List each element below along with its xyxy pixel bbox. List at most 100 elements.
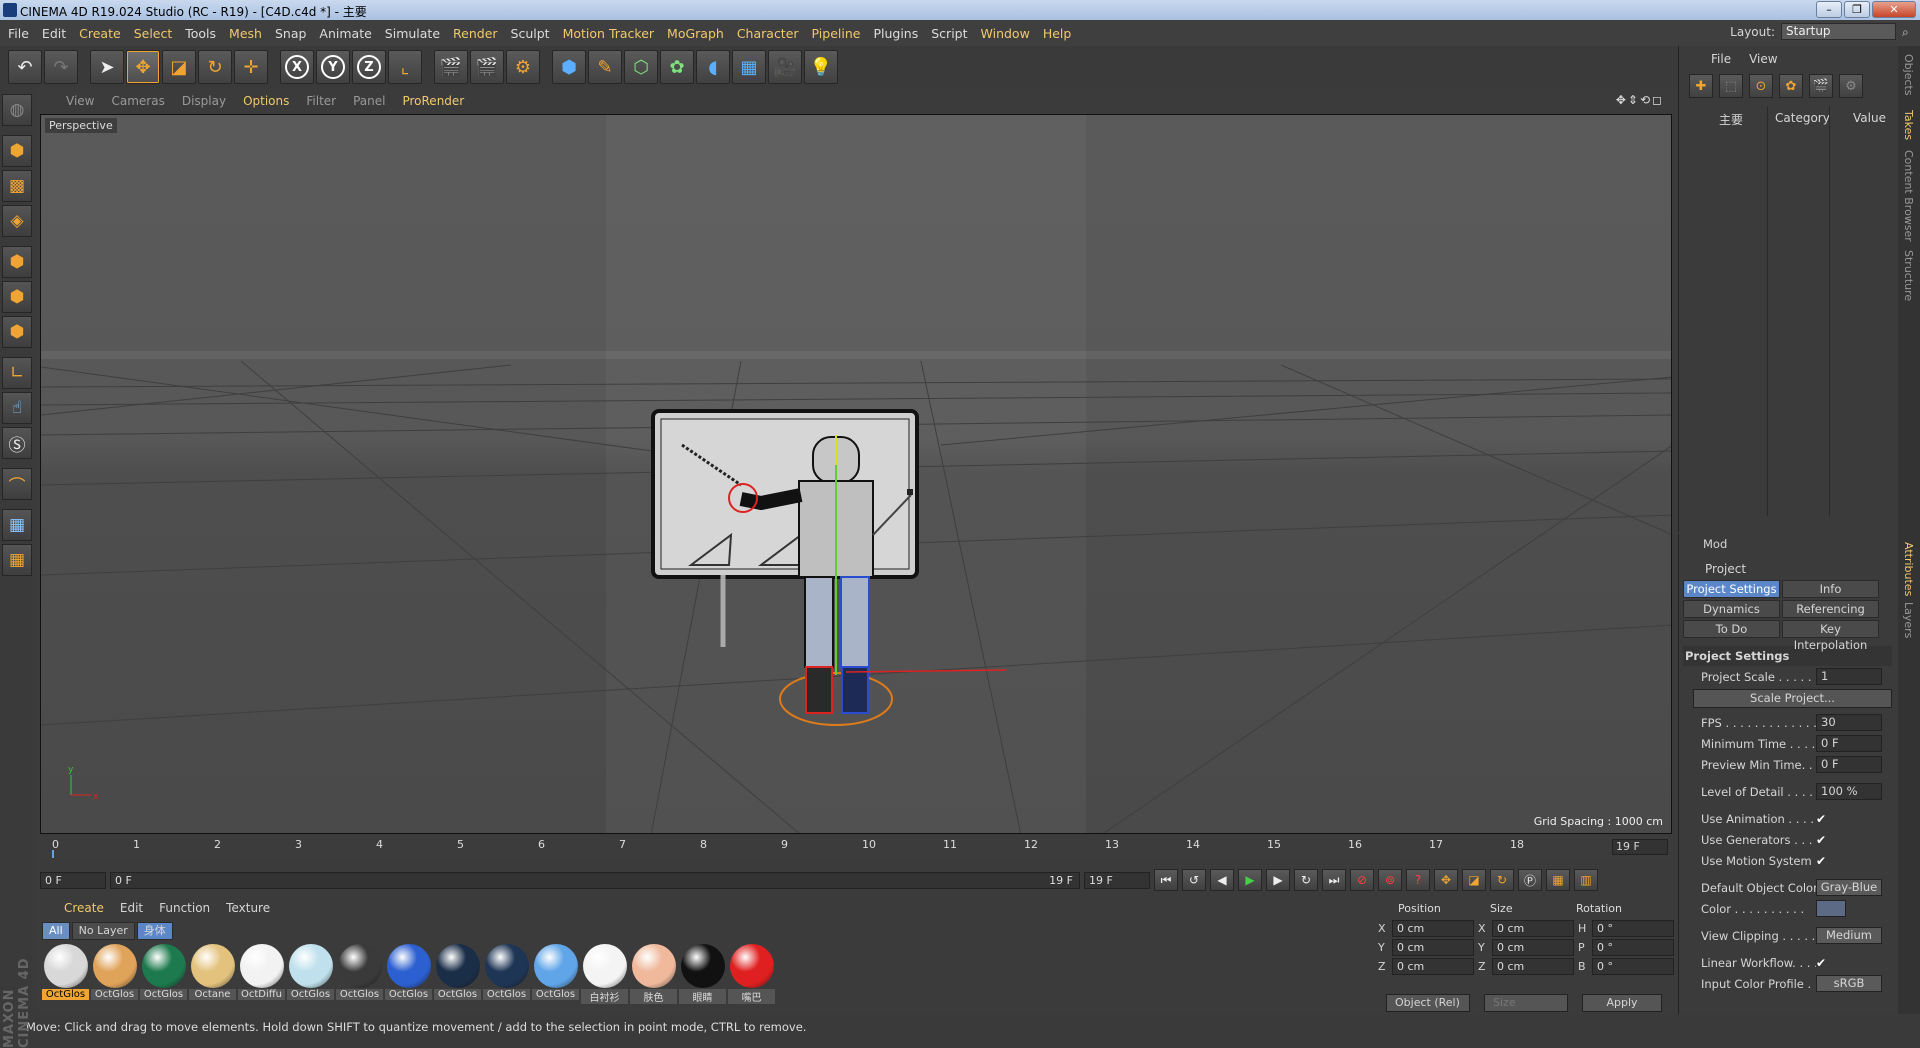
coords-value-field[interactable]: 0 cm	[1392, 939, 1474, 956]
menu-file[interactable]: File	[8, 26, 29, 41]
scale-tool-icon[interactable]: ◪	[162, 50, 196, 84]
material-item[interactable]: OctDiffu	[238, 944, 285, 1004]
tab-dynamics[interactable]: Dynamics	[1683, 600, 1780, 618]
render-picture-viewer-icon[interactable]: 🎬	[470, 50, 504, 84]
keyframe-selection-icon[interactable]: ?	[1406, 869, 1430, 891]
render-view-icon[interactable]: 🎬	[434, 50, 468, 84]
search-icon[interactable]: ⌕	[1902, 25, 1916, 39]
tab-objects[interactable]: Objects	[1902, 54, 1915, 96]
viewport-menu-display[interactable]: Display	[182, 94, 226, 108]
undo-icon[interactable]: ↶	[8, 50, 42, 84]
material-menu-texture[interactable]: Texture	[226, 901, 270, 920]
planar-workplane-icon[interactable]: ▦	[2, 544, 32, 576]
tab-to-do[interactable]: To Do	[1683, 620, 1780, 638]
default-object-color-dropdown[interactable]: Gray-Blue	[1816, 879, 1882, 896]
play-icon[interactable]: ▶	[1238, 869, 1262, 891]
move-tool-icon[interactable]: ✥	[126, 50, 160, 84]
menu-script[interactable]: Script	[931, 26, 967, 41]
viewport-menu-panel[interactable]: Panel	[353, 94, 385, 108]
fps-field[interactable]: 30	[1816, 714, 1882, 731]
coords-value-field[interactable]: 0 cm	[1492, 958, 1574, 975]
live-select-icon[interactable]: ✛	[234, 50, 268, 84]
coords-value-field[interactable]: 0 cm	[1392, 958, 1474, 975]
material-item[interactable]: OctGlos	[140, 944, 187, 1004]
key-parameter-icon[interactable]: Ⓟ	[1518, 869, 1542, 891]
key-position-icon[interactable]: ✥	[1434, 869, 1458, 891]
input-color-profile-dropdown[interactable]: sRGB	[1816, 975, 1882, 992]
material-item[interactable]: OctGlos	[336, 944, 383, 1004]
goto-start-icon[interactable]: ⏮	[1154, 869, 1178, 891]
material-item[interactable]: OctGlos	[42, 944, 89, 1004]
material-item[interactable]: OctGlos	[385, 944, 432, 1004]
tab-info[interactable]: Info	[1782, 580, 1879, 598]
tweak-mode-icon[interactable]: ☝	[2, 392, 32, 424]
material-item[interactable]: 眼睛	[679, 944, 726, 1004]
auto-take-icon[interactable]: ✿	[1779, 74, 1803, 98]
coords-value-field[interactable]: 0 cm	[1492, 939, 1574, 956]
goto-next-key-icon[interactable]: ↻	[1294, 869, 1318, 891]
viewport-menu-filter[interactable]: Filter	[306, 94, 336, 108]
pen-spline-icon[interactable]: ✎	[588, 50, 622, 84]
viewport-perspective[interactable]: y x Perspective Grid Spacing : 1000 cm	[40, 114, 1672, 834]
menu-plugins[interactable]: Plugins	[873, 26, 918, 41]
menu-sculpt[interactable]: Sculpt	[511, 26, 550, 41]
override-icon[interactable]: ⊙	[1749, 74, 1773, 98]
tab-project-settings[interactable]: Project Settings	[1683, 580, 1780, 598]
menu-window[interactable]: Window	[981, 26, 1030, 41]
lock-workplane-icon[interactable]: ▦	[2, 509, 32, 541]
rotate-tool-icon[interactable]: ↻	[198, 50, 232, 84]
menu-edit[interactable]: Edit	[42, 26, 66, 41]
subdivision-icon[interactable]: ⬡	[624, 50, 658, 84]
mograph-cloner-icon[interactable]: ✿	[660, 50, 694, 84]
minimum-time-field[interactable]: 0 F	[1816, 735, 1882, 752]
value-column[interactable]: Value	[1853, 111, 1886, 125]
coords-apply-button[interactable]: Apply	[1582, 994, 1662, 1012]
material-item[interactable]: 肤色	[630, 944, 677, 1004]
tab-attributes[interactable]: Attributes	[1902, 542, 1915, 596]
viewport-menu-view[interactable]: View	[66, 94, 94, 108]
z-axis-icon[interactable]: Z	[352, 50, 386, 84]
menu-animate[interactable]: Animate	[319, 26, 371, 41]
current-frame-marker[interactable]	[52, 850, 54, 858]
x-axis-icon[interactable]: X	[280, 50, 314, 84]
tab-content-browser[interactable]: Content Browser	[1902, 150, 1915, 242]
menu-simulate[interactable]: Simulate	[385, 26, 440, 41]
key-pla-icon[interactable]: ▦	[1546, 869, 1570, 891]
material-item[interactable]: OctGlos	[532, 944, 579, 1004]
camera-icon[interactable]: 🎥	[768, 50, 802, 84]
light-icon[interactable]: 💡	[804, 50, 838, 84]
menu-create[interactable]: Create	[79, 26, 121, 41]
minimize-button[interactable]: –	[1816, 1, 1842, 18]
current-frame-field[interactable]: 0 F	[40, 871, 106, 889]
menu-snap[interactable]: Snap	[275, 26, 306, 41]
menu-mograph[interactable]: MoGraph	[667, 26, 724, 41]
menu-help[interactable]: Help	[1043, 26, 1072, 41]
menu-tools[interactable]: Tools	[185, 26, 216, 41]
level-of-detail-field[interactable]: 100 %	[1816, 783, 1882, 800]
object-menu-view[interactable]: View	[1749, 52, 1777, 70]
render-settings-icon[interactable]: ⚙	[506, 50, 540, 84]
maximize-button[interactable]: ❐	[1844, 1, 1870, 18]
take-clone-icon[interactable]: ⬚	[1719, 74, 1743, 98]
use-generators-checkbox[interactable]: ✔	[1816, 833, 1830, 847]
material-item[interactable]: 白衬衫	[581, 944, 628, 1004]
tab-layers[interactable]: Layers	[1902, 602, 1915, 638]
coords-value-field[interactable]: 0 °	[1592, 920, 1674, 937]
category-column[interactable]: Category	[1775, 111, 1830, 125]
use-motion-system-checkbox[interactable]: ✔	[1816, 854, 1830, 868]
coords-mode-dropdown[interactable]: Object (Rel)	[1386, 994, 1470, 1012]
coords-value-field[interactable]: 0 cm	[1492, 920, 1574, 937]
viewport-camera-label[interactable]: Perspective	[45, 118, 117, 133]
use-animation-checkbox[interactable]: ✔	[1816, 812, 1830, 826]
tab-key-interpolation[interactable]: Key Interpolation	[1782, 620, 1879, 652]
viewport-navigation-icons[interactable]: ✥⇕⟲◻	[1616, 93, 1664, 107]
key-scale-icon[interactable]: ◪	[1462, 869, 1486, 891]
goto-end-icon[interactable]: ⏭	[1322, 869, 1346, 891]
attributes-mode-menu[interactable]: Mod	[1679, 534, 1896, 556]
tab-structure[interactable]: Structure	[1902, 250, 1915, 301]
key-rotation-icon[interactable]: ↻	[1490, 869, 1514, 891]
menu-mesh[interactable]: Mesh	[229, 26, 262, 41]
material-item[interactable]: OctGlos	[483, 944, 530, 1004]
menu-render[interactable]: Render	[453, 26, 498, 41]
snapping-icon[interactable]: ⌒	[2, 468, 32, 500]
